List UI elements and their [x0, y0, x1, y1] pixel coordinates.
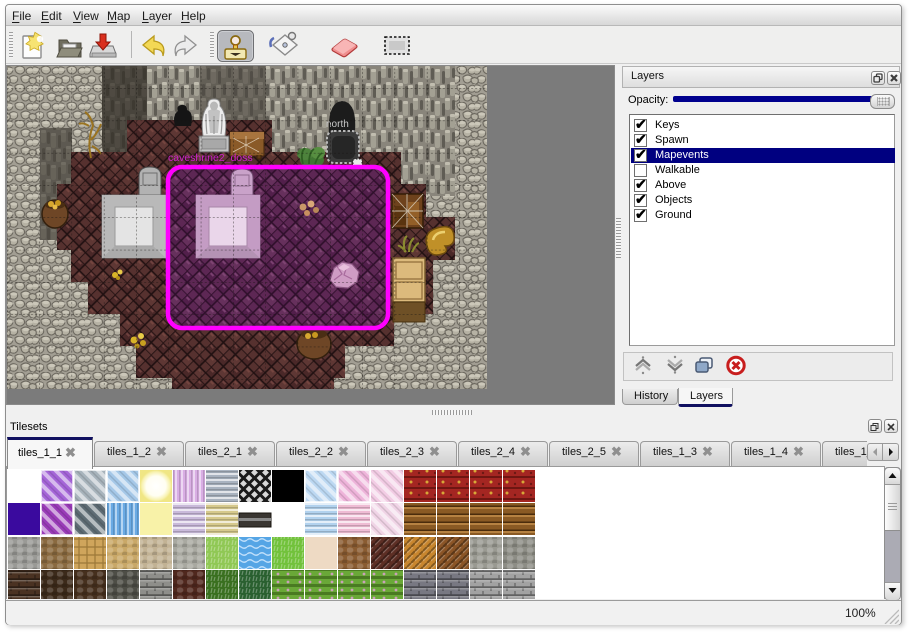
svg-text:caveshrine2_doss: caveshrine2_doss [168, 152, 253, 164]
